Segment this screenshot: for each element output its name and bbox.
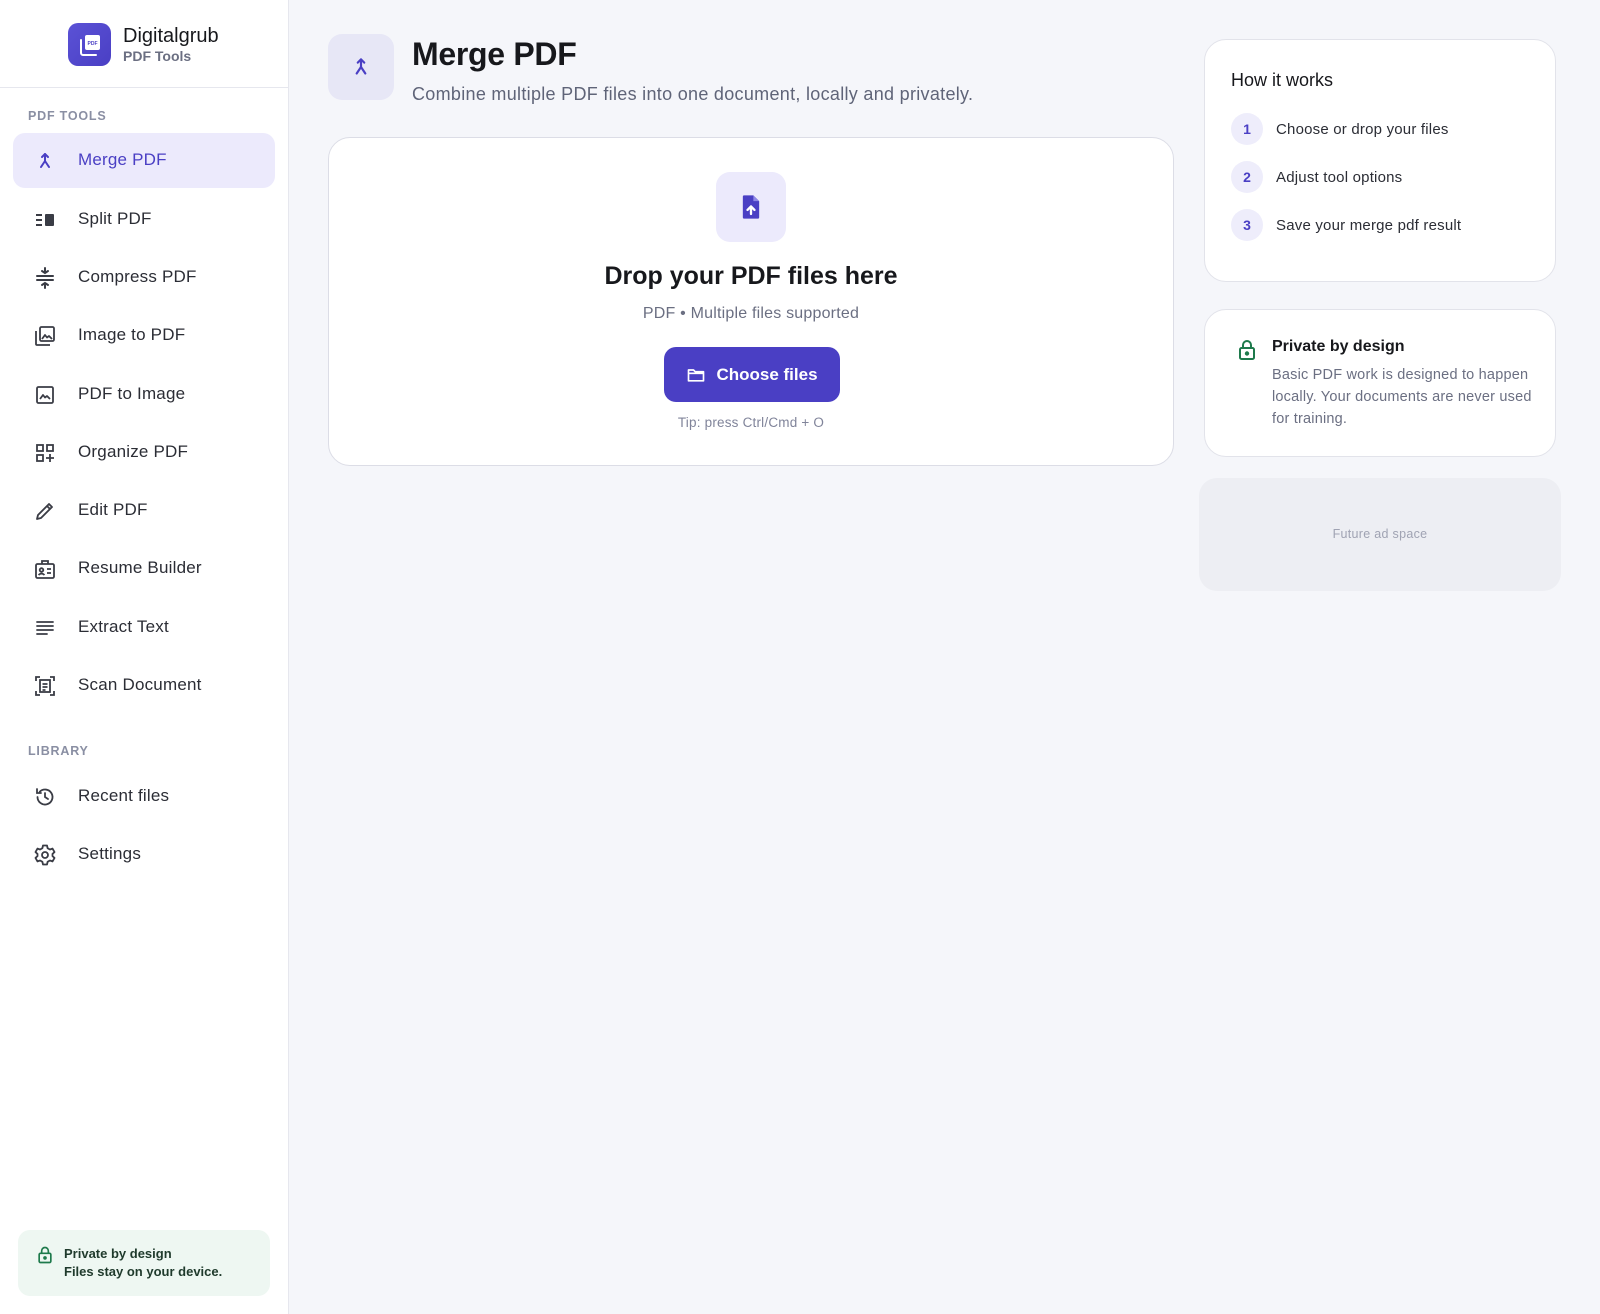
privacy-card-title: Private by design — [1272, 338, 1405, 355]
sidebar-item-extract-text[interactable]: Extract Text — [13, 600, 275, 655]
brand-subtitle: PDF Tools — [123, 48, 192, 64]
sidebar-item-recent-files[interactable]: Recent files — [13, 769, 275, 824]
page-subtitle: Combine multiple PDF files into one docu… — [412, 84, 974, 104]
sidebar-item-compress-pdf[interactable]: Compress PDF — [13, 250, 275, 305]
sidebar-item-settings[interactable]: Settings — [13, 827, 275, 882]
ad-label: Future ad space — [1332, 527, 1428, 541]
privacy-card: Private by design Basic PDF work is desi… — [1204, 309, 1556, 457]
sidebar-item-label: Edit PDF — [78, 500, 148, 519]
section-label-library: LIBRARY — [28, 744, 89, 758]
merge-icon — [328, 34, 394, 100]
sidebar-item-label: Merge PDF — [78, 150, 167, 169]
sidebar-item-label: Settings — [78, 844, 142, 863]
sidebar-item-merge-pdf[interactable]: Merge PDF — [13, 133, 275, 188]
file-upload-icon — [716, 172, 786, 242]
sidebar-item-label: Resume Builder — [78, 558, 202, 577]
section-label-pdf-tools: PDF TOOLS — [28, 109, 107, 123]
sidebar-item-split-pdf[interactable]: Split PDF — [13, 192, 275, 247]
sidebar: PDF Digitalgrub PDF Tools PDF TOOLS Merg… — [0, 0, 289, 1314]
how-it-works-title: How it works — [1231, 70, 1334, 90]
brand-name: Digitalgrub — [123, 25, 219, 47]
keyboard-tip: Tip: press Ctrl/Cmd + O — [677, 415, 825, 430]
brand: PDF Digitalgrub PDF Tools — [0, 0, 288, 88]
text-lines-icon — [36, 621, 54, 635]
scan-icon — [35, 676, 55, 696]
privacy-footer-title: Private by design — [64, 1246, 172, 1261]
step-number: 2 — [1231, 161, 1263, 193]
pdf-stack-icon: PDF — [68, 23, 111, 66]
privacy-card-body: Basic PDF work is designed to happen loc… — [1272, 367, 1532, 427]
sidebar-item-label: Organize PDF — [78, 442, 189, 461]
sidebar-item-label: Split PDF — [78, 209, 152, 228]
step-item: 1 Choose or drop your files — [1231, 113, 1449, 145]
pencil-icon — [36, 503, 53, 520]
step-item: 2 Adjust tool options — [1231, 161, 1402, 193]
history-icon — [36, 788, 54, 806]
merge-icon — [40, 153, 50, 168]
image-icon — [36, 386, 54, 404]
privacy-footer-text: Files stay on your device. — [64, 1264, 223, 1279]
sidebar-item-label: Recent files — [78, 786, 170, 805]
sidebar-item-scan-document[interactable]: Scan Document — [13, 658, 275, 713]
image-stack-icon — [35, 326, 55, 346]
sidebar-item-pdf-to-image[interactable]: PDF to Image — [13, 367, 275, 422]
grid-add-icon — [36, 444, 54, 462]
folder-icon — [688, 368, 705, 382]
file-dropzone[interactable]: Drop your PDF files here PDF • Multiple … — [328, 137, 1174, 466]
step-text: Save your merge pdf result — [1276, 216, 1462, 234]
sidebar-item-edit-pdf[interactable]: Edit PDF — [13, 483, 275, 538]
ad-placeholder: Future ad space — [1199, 478, 1561, 591]
sidebar-item-label: Image to PDF — [78, 325, 186, 344]
svg-text:PDF: PDF — [87, 41, 97, 47]
lock-icon — [38, 1246, 52, 1264]
split-icon — [36, 214, 54, 226]
how-it-works-card: How it works 1 Choose or drop your files… — [1204, 39, 1556, 282]
dropzone-title: Drop your PDF files here — [604, 262, 898, 290]
sidebar-item-label: Compress PDF — [78, 267, 197, 286]
page-title: Merge PDF — [412, 36, 577, 72]
step-number: 1 — [1231, 113, 1263, 145]
choose-files-button[interactable]: Choose files — [664, 347, 840, 402]
dropzone-subtitle: PDF • Multiple files supported — [642, 305, 860, 322]
step-number: 3 — [1231, 209, 1263, 241]
id-badge-icon — [35, 560, 55, 579]
choose-files-label: Choose files — [716, 364, 818, 384]
sidebar-item-label: Extract Text — [78, 617, 169, 636]
privacy-footer: Private by design Files stay on your dev… — [18, 1230, 270, 1296]
sidebar-item-label: PDF to Image — [78, 384, 186, 403]
step-text: Adjust tool options — [1276, 168, 1403, 186]
lock-icon — [1239, 340, 1255, 360]
step-text: Choose or drop your files — [1276, 120, 1449, 138]
step-item: 3 Save your merge pdf result — [1231, 209, 1461, 241]
sidebar-item-label: Scan Document — [78, 675, 202, 694]
gear-icon — [34, 844, 56, 866]
compress-icon — [36, 267, 54, 289]
sidebar-item-image-to-pdf[interactable]: Image to PDF — [13, 308, 275, 363]
sidebar-item-organize-pdf[interactable]: Organize PDF — [13, 425, 275, 480]
sidebar-item-resume-builder[interactable]: Resume Builder — [13, 541, 275, 596]
